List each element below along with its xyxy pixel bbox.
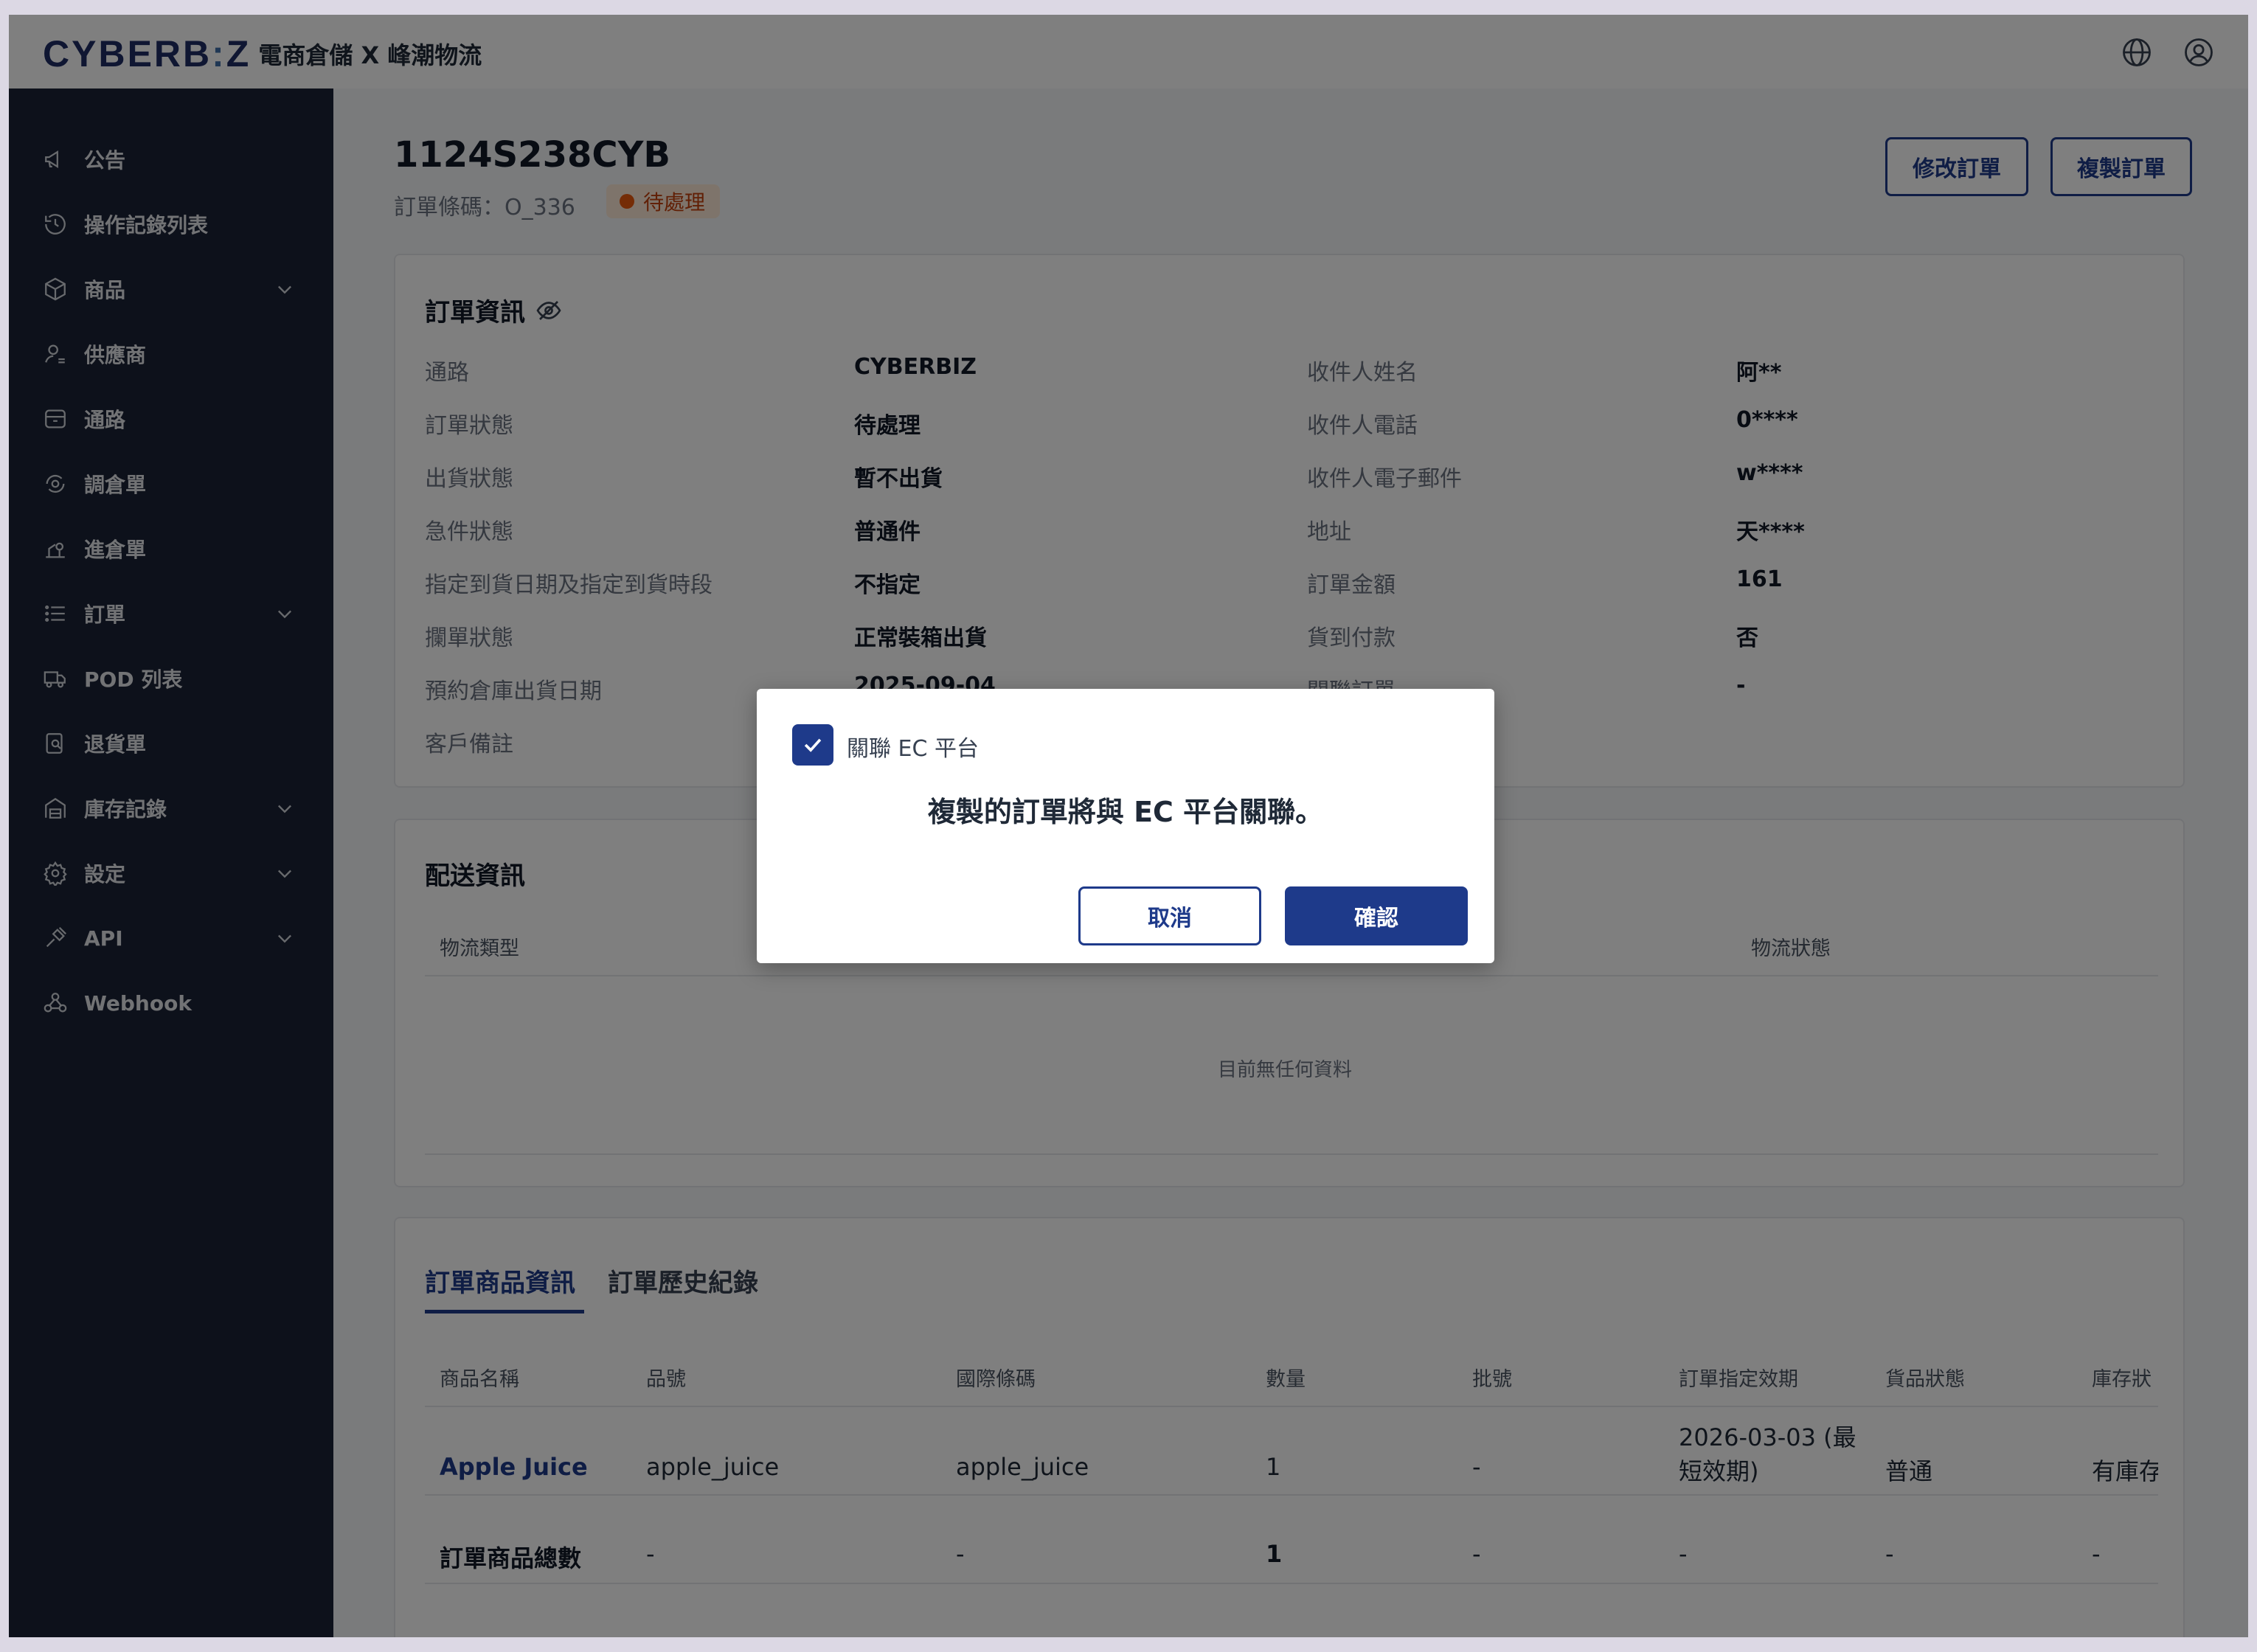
dialog-message: 複製的訂單將與 EC 平台關聯。 xyxy=(927,796,1324,828)
link-ec-checkbox-label[interactable]: 關聯 EC 平台 xyxy=(847,730,979,763)
cancel-button[interactable]: 取消 xyxy=(1078,886,1261,945)
link-ec-checkbox[interactable] xyxy=(792,724,833,766)
check-icon xyxy=(804,738,822,752)
confirm-button[interactable]: 確認 xyxy=(1285,886,1468,945)
app-window: CYBERB : Z 電商倉儲 X 峰潮物流 公告 操作記錄列表 商品 供應商 xyxy=(9,15,2248,1637)
copy-order-dialog: 關聯 EC 平台 複製的訂單將與 EC 平台關聯。 取消 確認 xyxy=(757,689,1494,963)
